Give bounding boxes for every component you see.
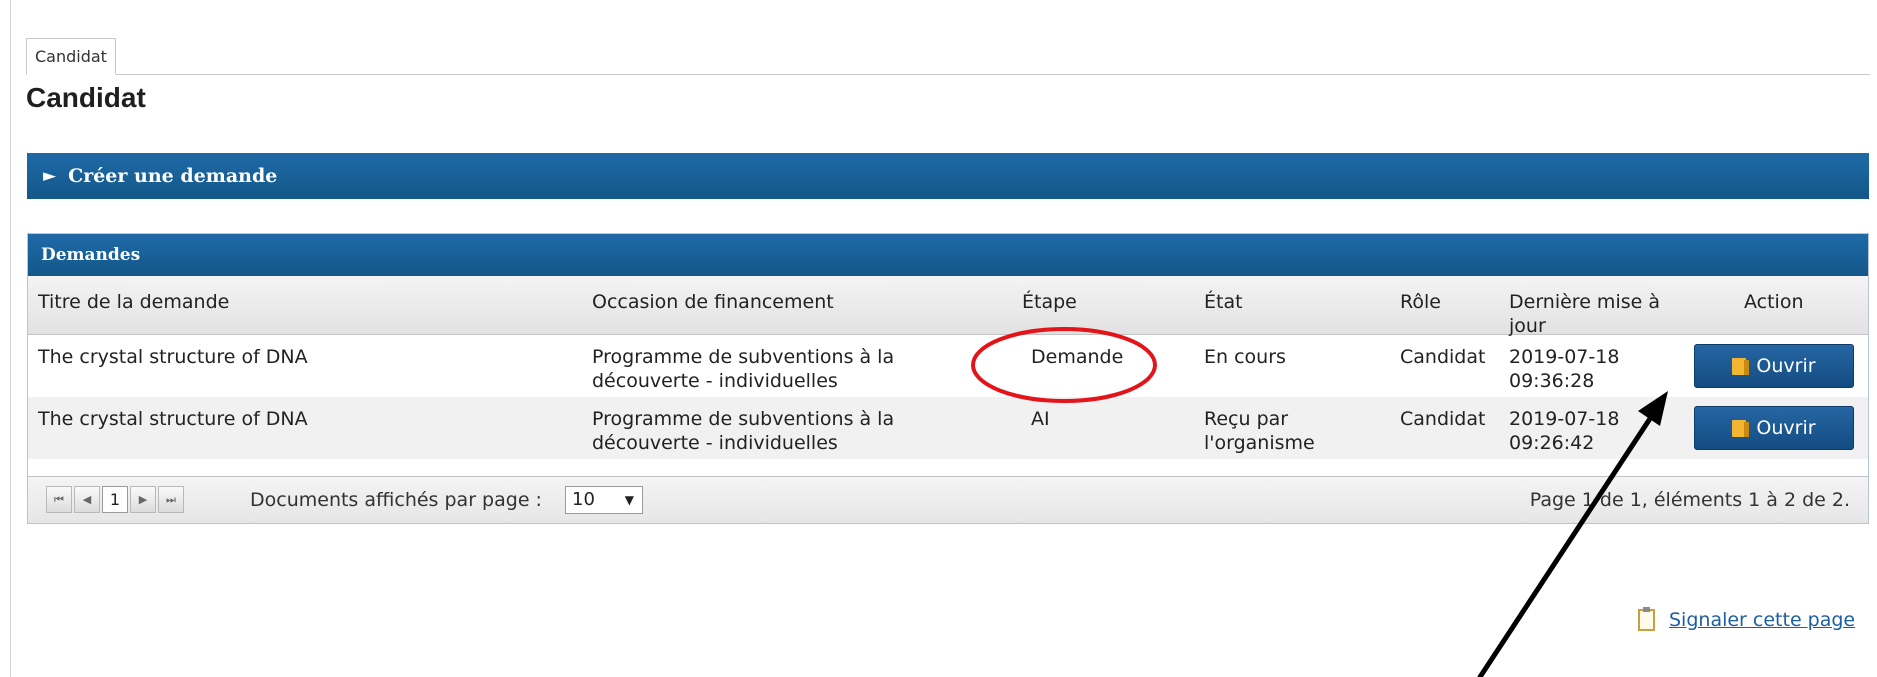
last-page-icon[interactable]: ⏭ [158, 486, 184, 513]
funding-line-2: découverte - individuelles [592, 432, 838, 454]
update-date: 2019-07-18 [1509, 346, 1620, 368]
report-page-label: Signaler cette page [1669, 609, 1856, 631]
table-row: The crystal structure of DNA Programme d… [28, 397, 1868, 459]
last-update: 2019-07-18 09:26:42 [1509, 407, 1619, 455]
tab-candidat[interactable]: Candidat [26, 38, 116, 75]
request-title: The crystal structure of DNA [38, 346, 308, 368]
create-request-toggle[interactable]: ► Créer une demande [27, 153, 1869, 199]
per-page-select[interactable]: 10 ▼ [565, 486, 643, 514]
funding-opportunity: Programme de subventions à la découverte… [592, 345, 894, 393]
pagination-info: Page 1 de 1, éléments 1 à 2 de 2. [1529, 489, 1850, 511]
column-header-stage[interactable]: Étape [1022, 290, 1077, 314]
open-button-label: Ouvrir [1756, 417, 1816, 439]
state-line-1: En cours [1204, 346, 1286, 368]
funding-line-1: Programme de subventions à la [592, 408, 895, 430]
pagination-bar: ⏮ ◀ 1 ▶ ⏭ Documents affichés par page : … [28, 476, 1868, 523]
requests-panel: Demandes Titre de la demande Occasion de… [27, 233, 1869, 524]
update-time: 09:36:28 [1509, 370, 1595, 392]
open-button[interactable]: Ouvrir [1694, 406, 1854, 450]
request-stage: AI [1031, 408, 1050, 430]
update-date: 2019-07-18 [1509, 408, 1620, 430]
table-row: The crystal structure of DNA Programme d… [28, 335, 1868, 397]
clipboard-icon [1638, 607, 1655, 631]
folder-icon [1732, 357, 1750, 375]
page-title: Candidat [26, 82, 146, 113]
open-button[interactable]: Ouvrir [1694, 344, 1854, 388]
request-stage: Demande [1031, 346, 1124, 368]
chevron-down-icon: ▼ [624, 493, 634, 507]
next-page-icon[interactable]: ▶ [130, 486, 156, 513]
folder-icon [1732, 419, 1750, 437]
expand-arrow-icon: ► [43, 166, 57, 186]
prev-page-icon[interactable]: ◀ [74, 486, 100, 513]
column-header-action: Action [1744, 291, 1804, 313]
request-state: En cours [1204, 345, 1286, 369]
state-line-2: l'organisme [1204, 432, 1315, 454]
per-page-label: Documents affichés par page : [250, 489, 542, 511]
request-role: Candidat [1400, 408, 1486, 430]
column-header-last-update[interactable]: Dernière mise à jour [1509, 290, 1679, 338]
current-page[interactable]: 1 [102, 486, 128, 513]
requests-panel-title: Demandes [28, 234, 1868, 276]
request-state: Reçu par l'organisme [1204, 407, 1315, 455]
table-header: Titre de la demande Occasion de financem… [28, 276, 1868, 338]
funding-line-1: Programme de subventions à la [592, 346, 895, 368]
first-page-icon[interactable]: ⏮ [46, 486, 72, 513]
left-border [10, 0, 11, 677]
request-title: The crystal structure of DNA [38, 408, 308, 430]
last-update: 2019-07-18 09:36:28 [1509, 345, 1619, 393]
state-line-1: Reçu par [1204, 408, 1289, 430]
report-page-link[interactable]: Signaler cette page [1638, 607, 1856, 631]
funding-opportunity: Programme de subventions à la découverte… [592, 407, 894, 455]
funding-line-2: découverte - individuelles [592, 370, 838, 392]
create-request-label: Créer une demande [68, 165, 278, 187]
column-header-funding[interactable]: Occasion de financement [592, 290, 834, 314]
tab-strip: Candidat [26, 38, 1870, 75]
column-header-state[interactable]: État [1204, 290, 1243, 314]
request-role: Candidat [1400, 346, 1486, 368]
column-header-title[interactable]: Titre de la demande [38, 290, 229, 314]
open-button-label: Ouvrir [1756, 355, 1816, 377]
update-time: 09:26:42 [1509, 432, 1595, 454]
column-header-role[interactable]: Rôle [1400, 290, 1441, 314]
per-page-value: 10 [572, 489, 595, 510]
